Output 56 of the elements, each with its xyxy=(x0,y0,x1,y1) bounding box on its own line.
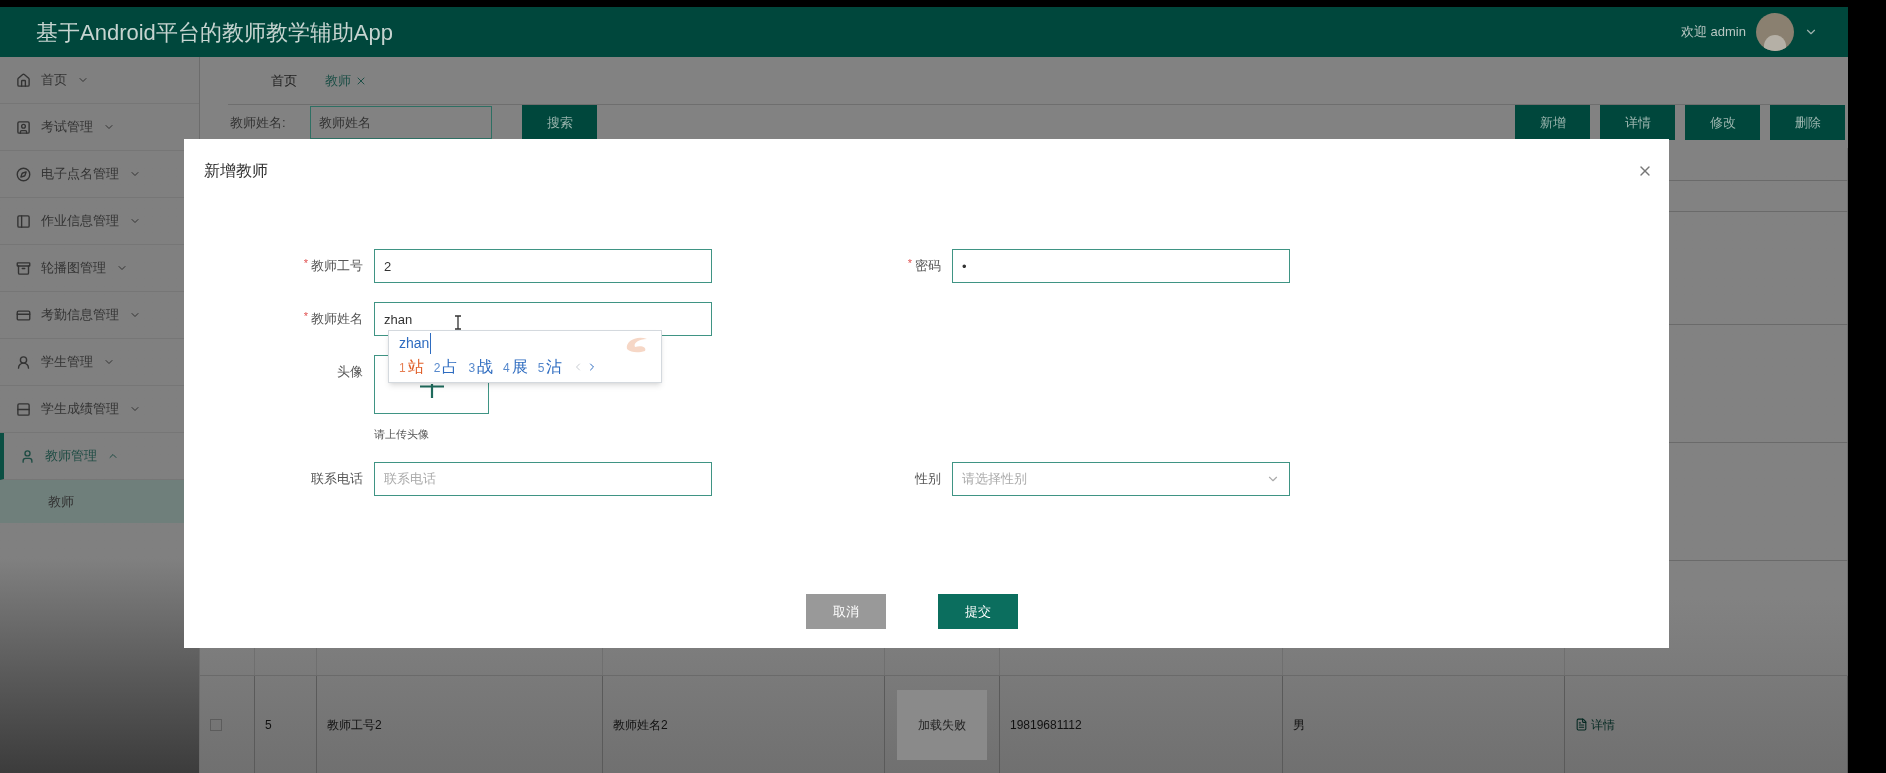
home-icon xyxy=(16,72,31,88)
field-label: 教师工号 xyxy=(311,257,363,275)
search-field[interactable]: 教师姓名 xyxy=(310,106,492,139)
ime-composition: zhan xyxy=(399,333,432,354)
action-button[interactable]: 删除 xyxy=(1770,105,1845,140)
table-cell-text: 教师姓名2 xyxy=(613,716,668,734)
ime-candidate[interactable]: 5沾 xyxy=(537,355,563,379)
input-field[interactable]: • xyxy=(952,249,1290,283)
ime-candidate[interactable]: 3战 xyxy=(468,355,494,379)
text-cursor-icon xyxy=(454,315,462,330)
submit-button[interactable]: 提交 xyxy=(937,594,1018,629)
required-mark: * xyxy=(303,311,308,322)
tab[interactable]: 首页 xyxy=(271,70,297,91)
card-icon xyxy=(16,307,31,323)
required-mark: * xyxy=(907,258,912,269)
input-field[interactable]: 2 xyxy=(374,249,712,283)
document-icon xyxy=(1575,718,1588,731)
row-checkbox[interactable] xyxy=(210,718,222,731)
table-cell-text: 19819681112 xyxy=(1010,716,1082,734)
user-icon xyxy=(20,448,35,464)
avatar[interactable] xyxy=(1756,13,1794,51)
panel-icon xyxy=(16,213,31,229)
tab[interactable]: 教师 xyxy=(325,70,367,91)
sidebar-item[interactable]: 首页 xyxy=(0,57,199,104)
field-label: 密码 xyxy=(915,257,941,275)
upload-hint: 请上传头像 xyxy=(374,427,430,442)
ime-candidate[interactable]: 2 占 xyxy=(433,355,459,379)
cancel-button[interactable]: 取消 xyxy=(805,594,886,629)
action-button[interactable]: 新增 xyxy=(1515,105,1590,140)
field-label: 性别 xyxy=(915,469,941,488)
search-label: 教师姓名: xyxy=(230,113,287,132)
plus-icon xyxy=(419,384,444,398)
ime-candidate[interactable]: 4展 xyxy=(503,355,528,379)
rows-icon xyxy=(16,401,31,417)
table-cell-text: 男 xyxy=(1293,716,1305,734)
input-field[interactable]: 联系电话 xyxy=(374,461,712,496)
table-cell-text: 5 xyxy=(265,716,272,734)
welcome-text: 欢迎 admin xyxy=(1680,23,1746,42)
required-mark: * xyxy=(303,258,308,269)
field-label: 联系电话 xyxy=(311,469,363,488)
compass-icon xyxy=(16,166,31,182)
field-label: 教师姓名 xyxy=(311,310,363,328)
id-card-icon xyxy=(16,119,31,135)
image-error-text: 加载失败 xyxy=(918,716,966,734)
action-button[interactable]: 修改 xyxy=(1685,105,1760,140)
detail-link[interactable]: 详情 xyxy=(1575,715,1615,734)
search-button[interactable]: 搜索 xyxy=(522,105,597,140)
archive-icon xyxy=(16,260,31,276)
select-field[interactable]: 请选择性别 xyxy=(952,461,1290,496)
action-button[interactable]: 详情 xyxy=(1600,105,1675,140)
table-cell-text: 教师工号2 xyxy=(327,716,382,734)
user-icon xyxy=(16,354,31,370)
field-label: 头像 xyxy=(337,363,363,381)
app-title: 基于Android平台的教师教学辅助App xyxy=(36,18,393,47)
dialog-title: 新增教师 xyxy=(204,161,268,181)
ime-candidate[interactable]: 1 站 xyxy=(399,355,424,379)
